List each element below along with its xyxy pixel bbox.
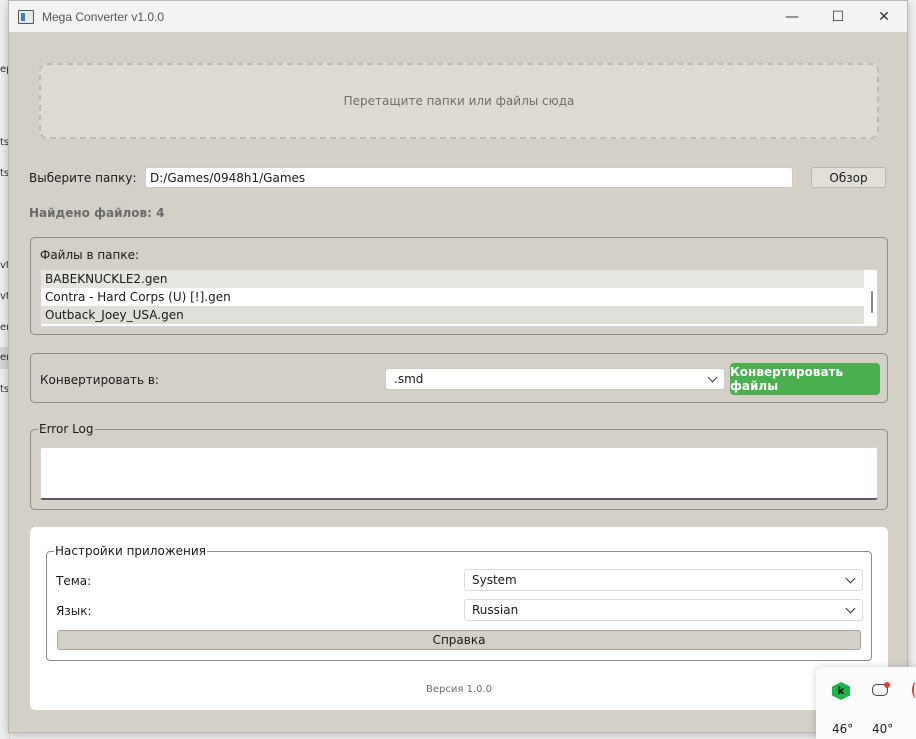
folder-label: Выберите папку:	[29, 171, 137, 185]
settings-title: Настройки приложения	[54, 544, 207, 558]
files-scrollbar[interactable]	[871, 291, 873, 313]
chevron-down-icon	[707, 372, 718, 383]
version-label: Версия 1.0.0	[426, 684, 492, 695]
files-group: Файлы в папке: BABEKNUCKLE2.gen Contra -…	[30, 237, 888, 335]
close-button[interactable]: ✕	[861, 1, 907, 32]
drop-zone[interactable]: Перетащите папки или файлы сюда	[39, 63, 879, 139]
files-group-title: Файлы в папке:	[40, 248, 140, 262]
chevron-down-icon	[845, 573, 856, 584]
drop-zone-text: Перетащите папки или файлы сюда	[343, 94, 575, 108]
convert-group: Конвертировать в: .smd Конвертировать фа…	[30, 353, 888, 403]
window-title: Mega Converter v1.0.0	[42, 9, 165, 24]
system-tray-popup: k 46° 40°	[816, 667, 916, 739]
list-item[interactable]: BABEKNUCKLE2.gen	[41, 270, 864, 288]
convert-label: Конвертировать в:	[40, 373, 159, 387]
files-list[interactable]: BABEKNUCKLE2.gen Contra - Hard Corps (U)…	[40, 269, 878, 327]
app-settings-group: Настройки приложения Тема: System Язык: …	[46, 544, 872, 661]
language-select-value: Russian	[472, 603, 519, 617]
theme-select-value: System	[472, 573, 517, 587]
settings-panel: Настройки приложения Тема: System Язык: …	[30, 527, 888, 710]
convert-files-button[interactable]: Конвертировать файлы	[730, 363, 880, 395]
app-window: Mega Converter v1.0.0 — ☐ ✕ Перетащите п…	[8, 0, 908, 733]
browse-button[interactable]: Обзор	[811, 167, 886, 188]
partial-red-icon[interactable]	[912, 682, 916, 698]
title-bar[interactable]: Mega Converter v1.0.0 — ☐ ✕	[9, 1, 907, 32]
error-log-title: Error Log	[38, 422, 95, 436]
error-log-textarea[interactable]	[40, 447, 878, 500]
files-found-count: Найдено файлов: 4	[29, 206, 165, 220]
minimize-button[interactable]: —	[769, 1, 815, 32]
theme-select[interactable]: System	[464, 569, 863, 591]
temperature-reading: 40°	[872, 722, 894, 736]
chevron-down-icon	[845, 603, 856, 614]
format-select-value: .smd	[394, 372, 424, 386]
folder-path-input[interactable]	[145, 167, 793, 188]
list-item[interactable]: Contra - Hard Corps (U) [!].gen	[41, 288, 864, 306]
window-controls: — ☐ ✕	[769, 1, 907, 32]
help-button[interactable]: Справка	[57, 630, 861, 650]
format-select[interactable]: .smd	[385, 368, 725, 390]
language-select[interactable]: Russian	[464, 599, 863, 621]
maximize-button[interactable]: ☐	[815, 1, 861, 32]
temperature-reading: 46°	[832, 722, 854, 736]
error-log-group: Error Log	[30, 422, 888, 510]
theme-label: Тема:	[56, 574, 92, 588]
language-label: Язык:	[56, 604, 92, 618]
notification-dot-icon	[884, 682, 890, 688]
kaspersky-icon[interactable]: k	[832, 682, 850, 700]
app-icon	[18, 9, 34, 24]
list-item[interactable]: Outback_Joey_USA.gen	[41, 306, 864, 324]
